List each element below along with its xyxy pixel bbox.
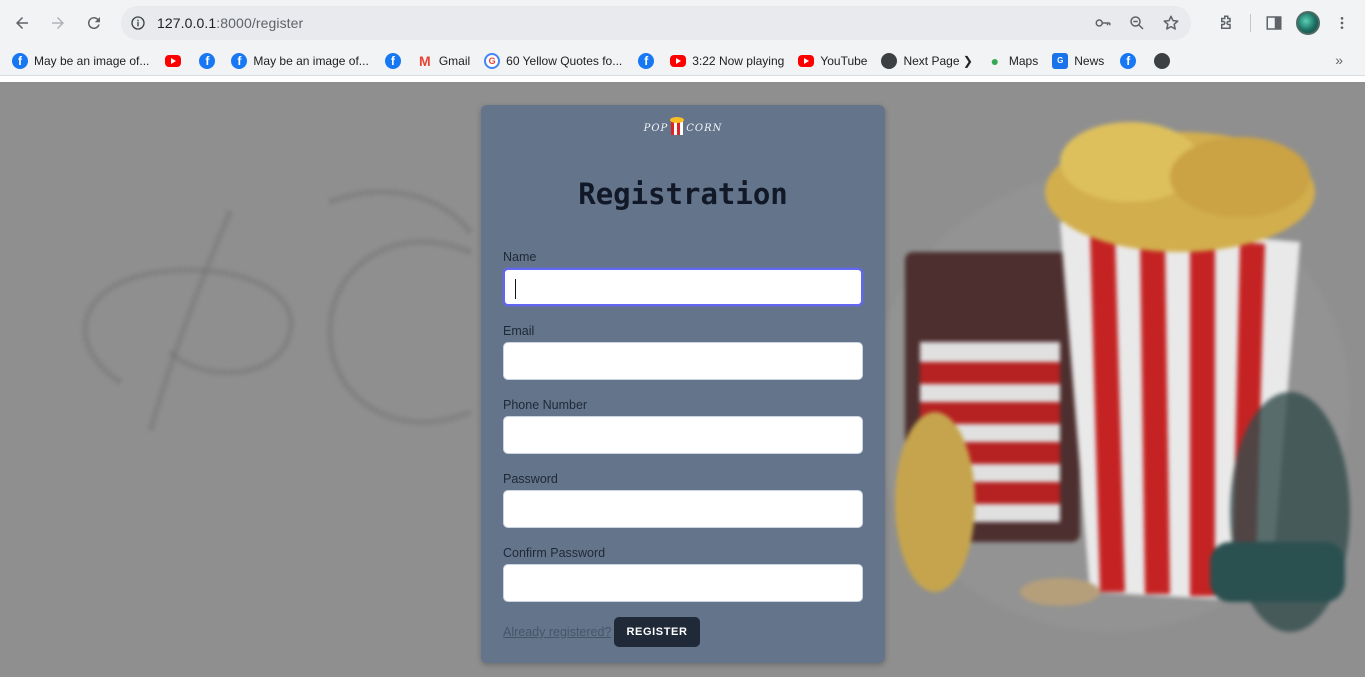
address-bar[interactable]: 127.0.0.1:8000/register (121, 6, 1191, 40)
bookmark-item[interactable]: YouTube (796, 48, 873, 74)
arrow-left-icon (16, 17, 28, 29)
confirm-password-input[interactable] (503, 564, 863, 602)
url-host: 127.0.0.1 (157, 15, 217, 31)
facebook-icon: f (12, 52, 28, 69)
page-title: Registration (578, 177, 788, 211)
profile-avatar[interactable] (1291, 6, 1325, 40)
popcorn-box-icon (670, 117, 685, 135)
avatar (1296, 11, 1320, 35)
facebook-icon: f (638, 52, 655, 69)
zoom-icon[interactable] (1125, 11, 1149, 35)
already-registered-link[interactable]: Already registered? (503, 625, 611, 639)
name-input[interactable] (503, 268, 863, 306)
facebook-icon: f (384, 52, 401, 69)
bookmark-label: May be an image of... (253, 53, 369, 68)
bookmark-label: May be an image of... (34, 53, 150, 68)
arrow-right-icon (52, 17, 64, 29)
bookmarks-bar: f May be an image of... f f May be an imag… (0, 46, 1365, 76)
bookmark-label: 3:22 Now playing (692, 53, 785, 68)
bookmark-item[interactable]: ● Maps (985, 48, 1044, 74)
youtube-icon (165, 54, 182, 67)
star-icon[interactable] (1159, 11, 1183, 35)
key-icon[interactable] (1091, 11, 1115, 35)
bookmark-item[interactable]: f (381, 48, 405, 74)
browser-toolbar: 127.0.0.1:8000/register (0, 0, 1365, 46)
google-icon: G (484, 52, 501, 69)
youtube-icon (670, 54, 687, 67)
bookmark-label: YouTube (820, 53, 868, 68)
bookmark-item[interactable]: f May be an image of... (229, 48, 374, 74)
confirm-password-label: Confirm Password (503, 546, 606, 560)
bookmark-item[interactable]: 3:22 Now playing (668, 48, 790, 74)
bookmark-label: Next Page ❯ (903, 53, 973, 68)
bookmark-item[interactable]: Next Page ❯ (879, 48, 978, 74)
bookmark-item[interactable]: f (634, 48, 658, 74)
facebook-icon: f (231, 52, 248, 69)
gmail-icon: M (418, 52, 431, 69)
text-caret (515, 279, 516, 299)
url-text: 127.0.0.1:8000/register (157, 15, 303, 31)
password-label: Password (503, 472, 558, 486)
popcorn-logo: POP CORN (639, 117, 727, 137)
bookmark-item[interactable]: G 60 Yellow Quotes fo... (482, 48, 628, 74)
maps-icon: ● (990, 52, 1000, 69)
bookmark-label: 60 Yellow Quotes fo... (506, 53, 623, 68)
news-icon: G (1052, 52, 1069, 69)
reload-icon (87, 17, 100, 30)
youtube-icon (798, 54, 815, 67)
phone-input[interactable] (503, 416, 863, 454)
facebook-icon: f (1120, 52, 1137, 69)
bookmark-item[interactable]: f (195, 48, 219, 74)
bookmark-item[interactable]: M Gmail (415, 48, 476, 74)
name-label: Name (503, 250, 537, 264)
extensions-icon[interactable] (1210, 6, 1244, 40)
side-panel-icon[interactable] (1257, 6, 1291, 40)
bookmark-item[interactable]: f May be an image of... (10, 48, 155, 74)
password-input[interactable] (503, 490, 863, 528)
register-button[interactable]: REGISTER (614, 617, 700, 647)
logo-text-right: CORN (686, 122, 723, 134)
phone-label: Phone Number (503, 398, 588, 412)
page-viewport: POP CORN Registration Name Email Phone N… (0, 82, 1365, 677)
bookmark-item[interactable] (1150, 48, 1174, 74)
chevron-double-right-icon[interactable]: » (1335, 52, 1343, 68)
bookmark-item[interactable]: G News (1050, 48, 1110, 74)
bookmark-label: Gmail (438, 53, 471, 68)
site-info-icon[interactable] (127, 12, 149, 34)
reload-button[interactable] (76, 5, 112, 41)
globe-icon (881, 52, 898, 69)
email-input[interactable] (503, 342, 863, 380)
bookmark-label: News (1074, 53, 1105, 68)
back-button[interactable] (4, 5, 40, 41)
globe-icon (1154, 52, 1171, 69)
logo-text-left: POP (643, 122, 669, 134)
facebook-icon: f (199, 52, 216, 69)
toolbar-divider (1250, 14, 1251, 32)
url-path: :8000/register (216, 15, 304, 31)
forward-button[interactable] (40, 5, 76, 41)
bookmark-item[interactable] (161, 48, 185, 74)
email-label: Email (503, 324, 535, 338)
bookmark-item[interactable]: f (1116, 48, 1140, 74)
menu-icon[interactable] (1325, 6, 1359, 40)
bookmark-label: Maps (1008, 53, 1039, 68)
registration-card: POP CORN Registration Name Email Phone N… (481, 105, 885, 663)
